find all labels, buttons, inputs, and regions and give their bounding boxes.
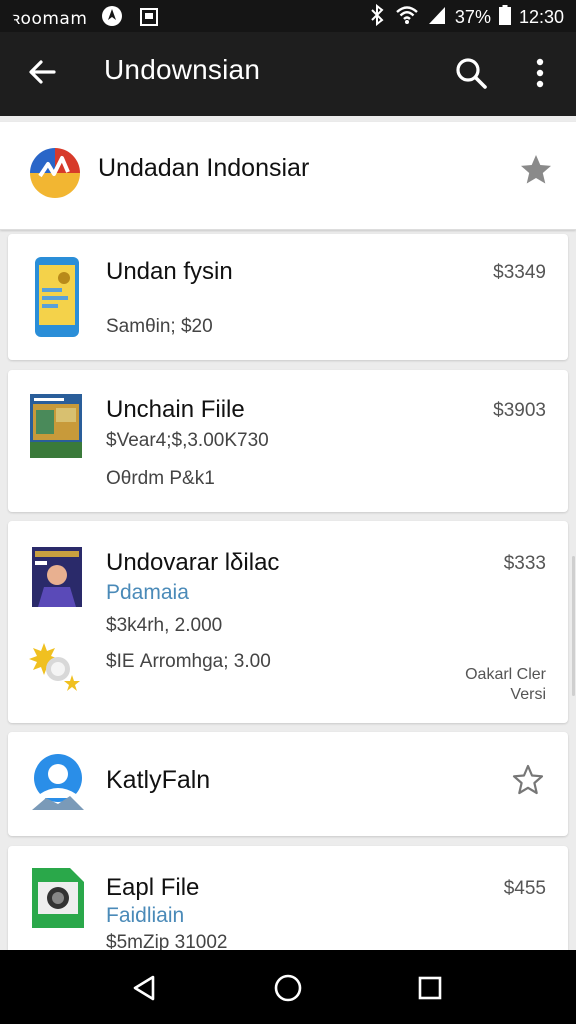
status-right: 37% 12:30 [367, 3, 564, 31]
more-options-button[interactable] [522, 52, 558, 94]
signal-icon [427, 5, 447, 30]
item-price: $333 [503, 553, 546, 574]
battery-icon [498, 5, 511, 30]
recents-nav-icon [418, 976, 442, 1000]
item-price: $455 [503, 878, 546, 899]
item-title: Unchain Fiile [106, 396, 245, 423]
page-title: Undownsian [104, 54, 261, 85]
item-detail: $3k4rh, 2.000 [106, 615, 223, 636]
item-price: $3349 [493, 262, 546, 283]
item-title: Undovarar lδilac [106, 549, 280, 576]
battery-percent: 37% [454, 7, 491, 27]
item-title: Eapl File [106, 874, 200, 901]
back-button[interactable] [22, 52, 62, 92]
nav-home-button[interactable] [268, 968, 308, 1008]
item-meta-line: Oakarl Cler [465, 666, 546, 683]
back-arrow-icon [29, 60, 56, 84]
list-item[interactable]: Undovarar lδilac $333 Pdamaia $3k4rh, 2.… [8, 521, 568, 723]
bluetooth-icon [367, 3, 387, 31]
star-outline-icon[interactable] [510, 762, 546, 798]
item-detail: $ΙΕ Arromhga; 3.00 [106, 651, 271, 672]
weather-sun-icon [28, 639, 84, 695]
item-link[interactable]: Faidliain [106, 904, 184, 928]
item-detail: $Vear4;$,3.00K730 [106, 430, 269, 451]
publisher-logo-icon [28, 146, 82, 200]
item-meta: Oakarl Cler Versi [465, 665, 546, 705]
video-cover-icon [32, 547, 82, 607]
home-nav-icon [274, 974, 302, 1002]
app-bar: Undownsian [0, 32, 576, 116]
item-link[interactable]: Pdamaia [106, 581, 189, 605]
book-cover-icon [30, 394, 82, 458]
nav-recents-button[interactable] [410, 968, 450, 1008]
nav-back-button[interactable] [124, 968, 164, 1008]
item-price: $3903 [493, 400, 546, 421]
carrier-label: ꝛoomam [12, 9, 88, 29]
list-item[interactable]: Undan fysin $3349 Samθin; $20 [8, 234, 568, 360]
more-vert-icon [536, 58, 544, 88]
screenshot-icon [139, 7, 159, 32]
camera-file-icon [32, 868, 84, 928]
profile-avatar-icon [32, 754, 84, 810]
list-item[interactable]: Eapl File $455 Faidliain $5mZip 31002 [8, 846, 568, 950]
search-button[interactable] [450, 52, 492, 94]
item-title: Undan fysin [106, 258, 233, 285]
item-detail: $5mZip 31002 [106, 932, 228, 950]
carrier-logo-icon [101, 5, 123, 32]
scrollbar[interactable] [572, 556, 575, 696]
star-icon[interactable] [518, 152, 554, 188]
wifi-icon [395, 5, 419, 30]
list-item[interactable]: KatlyFaln [8, 732, 568, 836]
back-nav-icon [133, 975, 155, 1001]
item-meta-line: Versi [510, 686, 546, 703]
system-nav-bar [0, 950, 576, 1024]
item-detail: Samθin; $20 [106, 316, 213, 337]
header-item-title: Undadan Indonsiar [98, 154, 310, 182]
item-title: KatlyFaln [106, 766, 211, 794]
content-list[interactable]: Undadan Indonsiar Undan fysin $3349 Samθ… [0, 116, 576, 950]
status-bar: ꝛoomam 37% 12:30 [0, 0, 576, 32]
item-detail: Oθrdm P&k1 [106, 468, 215, 489]
header-item[interactable]: Undadan Indonsiar [0, 122, 576, 230]
status-left: ꝛoomam [12, 5, 159, 32]
list-item[interactable]: Unchain Fiile $3903 $Vear4;$,3.00K730 Oθ… [8, 370, 568, 512]
clock: 12:30 [518, 7, 564, 27]
phone-app-icon [34, 256, 80, 338]
search-icon [456, 58, 487, 89]
